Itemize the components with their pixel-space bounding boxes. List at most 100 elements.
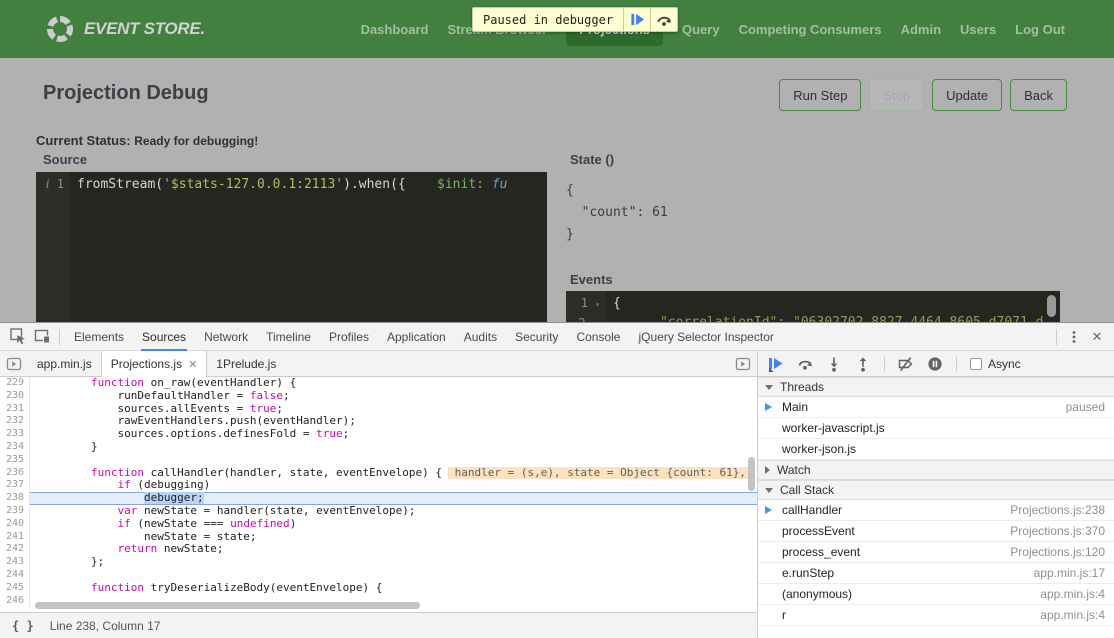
toolbar-separator <box>1056 329 1057 345</box>
line-number-gutter[interactable]: 240 <box>0 518 30 531</box>
devtools-tab-application[interactable]: Application <box>381 323 452 351</box>
devtools-tab-network[interactable]: Network <box>198 323 254 351</box>
file-tab-app-min-js[interactable]: app.min.js <box>28 351 101 376</box>
devtools-tab-security[interactable]: Security <box>509 323 564 351</box>
line-number-gutter[interactable]: 246 <box>0 595 30 608</box>
thread-row-worker-javascript-js[interactable]: worker-javascript.js <box>758 418 1114 439</box>
line-number-gutter[interactable]: 237 <box>0 479 30 492</box>
async-checkbox[interactable] <box>970 358 982 370</box>
vertical-scrollbar[interactable] <box>748 457 755 491</box>
nav-item-query[interactable]: Query <box>682 13 720 46</box>
devtools-tab-sources[interactable]: Sources <box>136 323 192 351</box>
close-devtools-icon[interactable]: ✕ <box>1086 329 1108 345</box>
update-button[interactable]: Update <box>932 79 1002 111</box>
code-line-text: sources.allEvents = true; <box>30 403 757 416</box>
line-number-gutter[interactable]: 231 <box>0 403 30 416</box>
nav-item-dashboard[interactable]: Dashboard <box>361 13 429 46</box>
line-number-gutter[interactable]: 229 <box>0 377 30 390</box>
thread-row-main[interactable]: Mainpaused <box>758 397 1114 418</box>
code-line-text: sources.options.definesFold = true; <box>30 428 757 441</box>
device-toolbar-icon[interactable] <box>30 327 54 347</box>
devtools-tab-console[interactable]: Console <box>570 323 626 351</box>
devtools-tab-timeline[interactable]: Timeline <box>260 323 317 351</box>
nav-item-log-out[interactable]: Log Out <box>1015 13 1065 46</box>
debugger-toolbar: Async <box>758 351 1114 377</box>
thread-row-worker-json-js[interactable]: worker-json.js <box>758 439 1114 460</box>
banner-resume-button[interactable] <box>623 8 650 31</box>
code-line-text: runDefaultHandler = false; <box>30 390 757 403</box>
code-line: 233 sources.options.definesFold = true; <box>0 428 757 441</box>
call-stack-section-header[interactable]: Call Stack <box>758 480 1114 500</box>
line-number-gutter[interactable]: 232 <box>0 415 30 428</box>
toolbar-separator <box>59 329 60 345</box>
step-out-icon[interactable] <box>855 356 871 372</box>
source-editor[interactable]: i 1 fromStream('$stats-127.0.0.1:2113').… <box>36 172 547 322</box>
line-number-gutter[interactable]: 235 <box>0 454 30 467</box>
show-debugger-icon[interactable] <box>729 351 757 376</box>
threads-section-header[interactable]: Threads <box>758 377 1114 397</box>
banner-step-over-button[interactable] <box>650 8 677 31</box>
devtools-tab-profiles[interactable]: Profiles <box>323 323 375 351</box>
line-number-gutter[interactable]: 241 <box>0 531 30 544</box>
line-number-gutter[interactable]: 230 <box>0 390 30 403</box>
close-tab-icon[interactable]: ✕ <box>188 358 197 371</box>
back-button[interactable]: Back <box>1010 79 1067 111</box>
file-tab-1prelude-js[interactable]: 1Prelude.js <box>207 351 285 376</box>
nav-item-admin[interactable]: Admin <box>901 13 941 46</box>
frame-location: app.min.js:4 <box>1030 587 1105 601</box>
code-line: 241 newState = state; <box>0 531 757 544</box>
cursor-position: Line 238, Column 17 <box>50 619 161 633</box>
nav-item-users[interactable]: Users <box>960 13 996 46</box>
code-line: 238 debugger; <box>0 492 757 505</box>
step-into-icon[interactable] <box>826 356 842 372</box>
frame-location: app.min.js:4 <box>1030 608 1105 622</box>
events-editor[interactable]: 1 ▾ 2 { "correlationId": "06302702-8827-… <box>566 291 1060 322</box>
kebab-menu-icon[interactable] <box>1062 327 1086 347</box>
pause-on-exceptions-icon[interactable] <box>927 356 943 372</box>
code-editor[interactable]: 229 function on_raw(eventHandler) {230 r… <box>0 377 757 612</box>
stack-frame-callhandler[interactable]: callHandlerProjections.js:238 <box>758 500 1114 521</box>
run-step-button[interactable]: Run Step <box>779 79 861 111</box>
events-gutter: 1 ▾ 2 <box>566 291 606 322</box>
code-line-text: debugger; <box>30 492 757 505</box>
resume-script-icon[interactable] <box>768 356 784 372</box>
debugger-sidebar: Async Threads Mainpausedworker-javascrip… <box>758 351 1114 638</box>
deactivate-breakpoints-icon[interactable] <box>898 356 914 372</box>
nav-item-competing-consumers[interactable]: Competing Consumers <box>739 13 882 46</box>
line-number-gutter[interactable]: 238 <box>0 492 30 505</box>
paused-in-debugger-banner: Paused in debugger <box>472 7 678 32</box>
line-number-gutter[interactable]: 243 <box>0 556 30 569</box>
devtools-tab-jquery-selector-inspector[interactable]: jQuery Selector Inspector <box>632 323 779 351</box>
devtools-tab-audits[interactable]: Audits <box>458 323 503 351</box>
inspect-element-icon[interactable] <box>6 327 30 347</box>
line-number-gutter[interactable]: 239 <box>0 505 30 518</box>
line-number-gutter[interactable]: 242 <box>0 543 30 556</box>
async-toggle[interactable]: Async <box>970 357 1021 371</box>
stack-frame-e-runstep[interactable]: e.runStepapp.min.js:17 <box>758 563 1114 584</box>
file-tabbar: app.min.jsProjections.js✕1Prelude.js <box>0 351 757 377</box>
line-number-gutter[interactable]: 245 <box>0 582 30 595</box>
brand-logo[interactable]: EVENT STORE. <box>45 14 205 44</box>
toolbar-separator <box>956 357 957 371</box>
stop-button: Stop <box>869 79 924 111</box>
page-title: Projection Debug <box>43 82 209 105</box>
devtools-tab-elements[interactable]: Elements <box>68 323 130 351</box>
stack-frame-processevent[interactable]: processEventProjections.js:370 <box>758 521 1114 542</box>
events-scrollbar[interactable] <box>1047 295 1056 317</box>
line-number-gutter[interactable]: 233 <box>0 428 30 441</box>
line-number-gutter[interactable]: 244 <box>0 569 30 582</box>
pretty-print-icon[interactable]: { } <box>12 619 34 633</box>
line-number-gutter[interactable]: 234 <box>0 441 30 454</box>
horizontal-scrollbar[interactable] <box>35 602 420 609</box>
frame-function: process_event <box>782 545 860 559</box>
stack-frame-anonymous[interactable]: (anonymous)app.min.js:4 <box>758 584 1114 605</box>
stack-frame-process-event[interactable]: process_event Projections.js:120 <box>758 542 1114 563</box>
line-number-gutter[interactable]: 236 <box>0 467 30 480</box>
code-line: 229 function on_raw(eventHandler) { <box>0 377 757 390</box>
stack-frame-r[interactable]: rapp.min.js:4 <box>758 605 1114 626</box>
watch-section-header[interactable]: Watch <box>758 460 1114 480</box>
frame-location: Projections.js:120 <box>1000 545 1105 559</box>
file-tab-projections-js[interactable]: Projections.js✕ <box>101 351 208 377</box>
show-navigator-icon[interactable] <box>0 351 28 376</box>
step-over-icon[interactable] <box>797 356 813 372</box>
